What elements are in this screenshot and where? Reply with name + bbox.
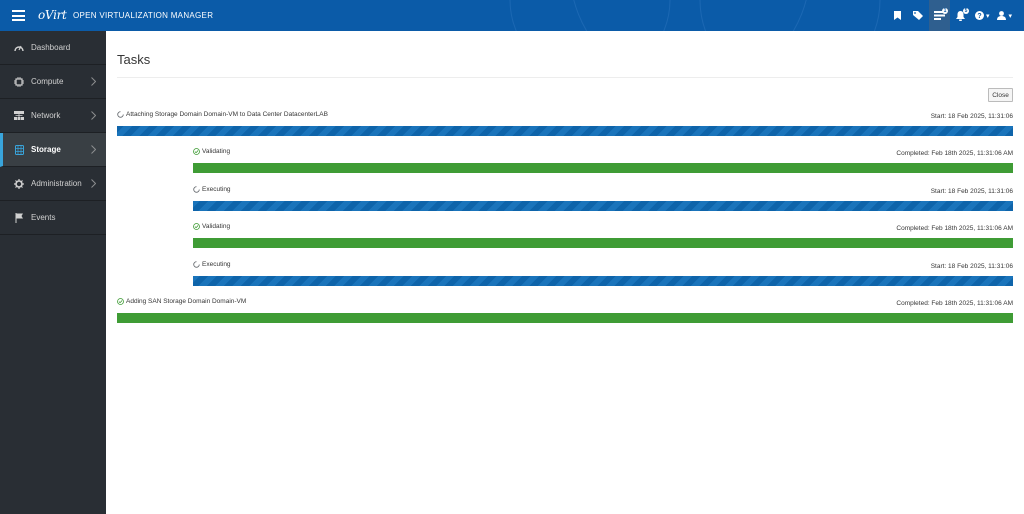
task-progress-bar <box>193 201 1013 211</box>
chevron-down-icon: ▾ <box>1008 12 1012 20</box>
nav-item-administration[interactable]: Administration <box>0 167 106 201</box>
bookmark-icon <box>893 11 901 20</box>
dashboard-icon <box>14 43 24 53</box>
task-row: Adding SAN Storage Domain Domain-VM Comp… <box>117 297 1013 323</box>
task-progress-bar <box>193 238 1013 248</box>
close-button[interactable]: Close <box>988 88 1013 102</box>
chevron-right-icon <box>91 145 96 154</box>
menu-toggle-button[interactable] <box>12 10 25 21</box>
svg-text:?: ? <box>977 13 981 20</box>
task-time: Start: 18 Feb 2025, 11:31:06 <box>930 188 1013 195</box>
nav-item-dashboard[interactable]: Dashboard <box>0 31 106 65</box>
spinner-icon <box>193 261 200 268</box>
task-name: Validating <box>202 148 231 155</box>
task-progress-bar <box>193 276 1013 286</box>
task-name: Executing <box>202 261 231 268</box>
task-row: Executing Start: 18 Feb 2025, 11:31:06 <box>193 260 1013 286</box>
nav-item-label: Compute <box>31 77 64 86</box>
task-name: Attaching Storage Domain Domain-VM to Da… <box>126 111 328 118</box>
brand-title: OPEN VIRTUALIZATION MANAGER <box>73 11 214 20</box>
tags-button[interactable] <box>908 0 929 31</box>
nav-item-label: Events <box>31 213 56 222</box>
nav-item-label: Administration <box>31 179 82 188</box>
vertical-nav: Dashboard Compute Network Storage Admini… <box>0 31 106 514</box>
task-time: Completed: Feb 18th 2025, 11:31:06 AM <box>896 150 1013 157</box>
help-icon: ? <box>974 11 984 20</box>
title-divider <box>117 77 1013 78</box>
network-icon <box>14 111 24 121</box>
tasks-page: Tasks Close Attaching Storage Domain Dom… <box>106 31 1024 514</box>
task-name: Validating <box>202 223 231 230</box>
nav-item-network[interactable]: Network <box>0 99 106 133</box>
nav-item-compute[interactable]: Compute <box>0 65 106 99</box>
user-icon <box>997 11 1007 20</box>
alerts-count-badge: 5 <box>962 8 969 14</box>
task-progress-bar <box>117 313 1013 323</box>
task-row: Validating Completed: Feb 18th 2025, 11:… <box>193 147 1013 173</box>
nav-item-storage[interactable]: Storage <box>0 133 106 167</box>
notifications-button[interactable]: 5 <box>950 0 971 31</box>
task-name: Adding SAN Storage Domain Domain-VM <box>126 298 247 305</box>
task-row: Executing Start: 18 Feb 2025, 11:31:06 <box>193 185 1013 211</box>
tasks-button[interactable]: 1 <box>928 0 950 31</box>
nav-item-events[interactable]: Events <box>0 201 106 235</box>
tag-icon <box>913 11 924 20</box>
flag-icon <box>14 212 24 223</box>
bookmarks-button[interactable] <box>887 0 908 31</box>
nav-item-label: Dashboard <box>31 43 71 52</box>
check-circle-icon <box>117 298 124 305</box>
task-time: Completed: Feb 18th 2025, 11:31:06 AM <box>896 225 1013 232</box>
page-title: Tasks <box>117 52 151 67</box>
task-time: Start: 18 Feb 2025, 11:31:06 <box>930 113 1013 120</box>
task-time: Start: 18 Feb 2025, 11:31:06 <box>930 263 1013 270</box>
help-menu-button[interactable]: ? ▾ <box>971 0 994 31</box>
spinner-icon <box>193 186 200 193</box>
chevron-right-icon <box>91 111 96 120</box>
task-progress-bar <box>117 126 1013 136</box>
task-row: Attaching Storage Domain Domain-VM to Da… <box>117 110 1013 136</box>
spinner-icon <box>117 111 124 118</box>
task-time: Completed: Feb 18th 2025, 11:31:06 AM <box>896 300 1013 307</box>
nav-item-label: Network <box>31 111 61 120</box>
chevron-right-icon <box>91 77 96 86</box>
masthead: oVirt OPEN VIRTUALIZATION MANAGER 1 5 ? … <box>0 0 1024 31</box>
masthead-actions: 1 5 ? ▾ ▾ <box>887 0 1024 31</box>
brand-logo[interactable]: oVirt <box>38 8 67 22</box>
cpu-icon <box>14 76 24 87</box>
check-circle-icon <box>193 148 200 155</box>
user-menu-button[interactable]: ▾ <box>993 0 1016 31</box>
gear-icon <box>14 178 24 189</box>
task-name: Executing <box>202 186 231 193</box>
nav-item-label: Storage <box>31 145 61 154</box>
check-circle-icon <box>193 223 200 230</box>
task-progress-bar <box>193 163 1013 173</box>
task-row: Validating Completed: Feb 18th 2025, 11:… <box>193 222 1013 248</box>
chevron-right-icon <box>91 179 96 188</box>
chevron-down-icon: ▾ <box>985 12 990 20</box>
database-icon <box>14 144 24 155</box>
tasks-count-badge: 1 <box>941 8 948 14</box>
